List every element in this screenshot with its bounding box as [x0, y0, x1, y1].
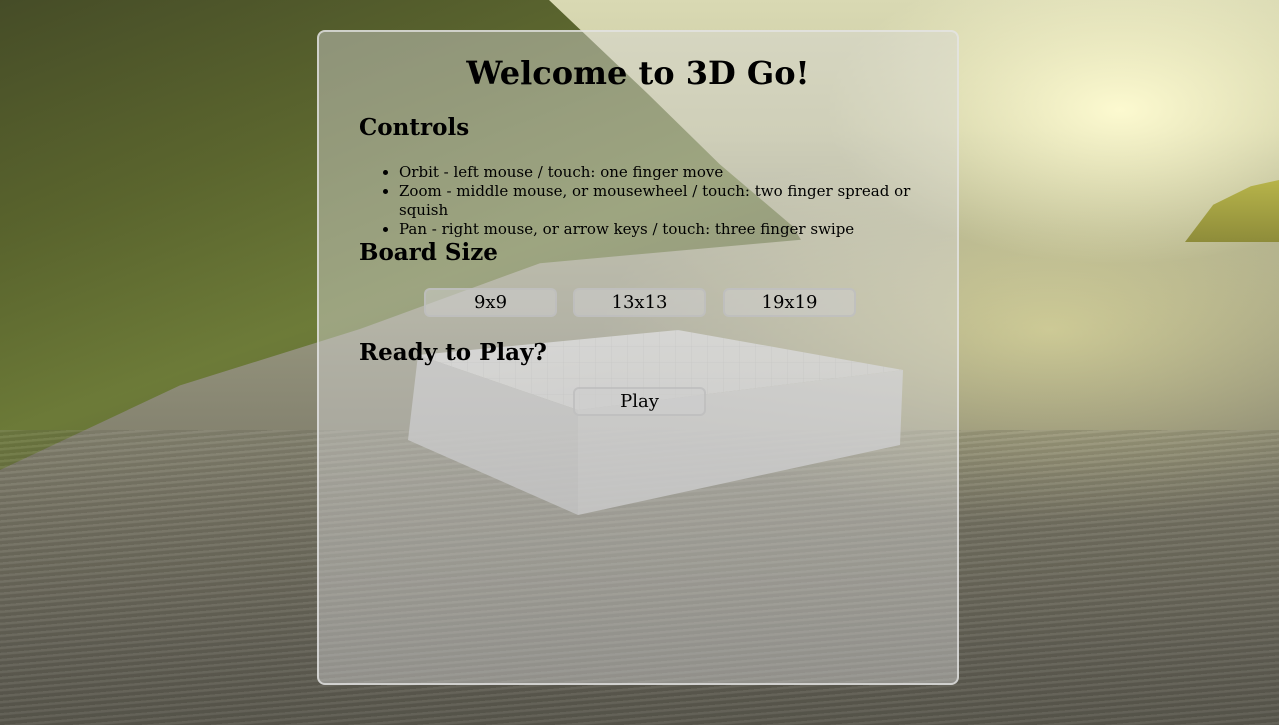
welcome-panel: Welcome to 3D Go! Controls Orbit - left …: [317, 30, 959, 685]
board-size-13x13-button[interactable]: 13x13: [573, 288, 706, 317]
play-button[interactable]: Play: [573, 387, 706, 416]
page-title: Welcome to 3D Go!: [466, 54, 810, 92]
control-item-orbit: Orbit - left mouse / touch: one finger m…: [399, 163, 957, 182]
ready-heading: Ready to Play?: [359, 339, 547, 366]
island-backdrop: [1185, 180, 1279, 242]
control-item-pan: Pan - right mouse, or arrow keys / touch…: [399, 220, 957, 239]
board-size-heading: Board Size: [359, 239, 498, 266]
controls-heading: Controls: [359, 114, 470, 141]
board-size-19x19-button[interactable]: 19x19: [723, 288, 856, 317]
controls-list: Orbit - left mouse / touch: one finger m…: [359, 163, 957, 239]
control-item-zoom: Zoom - middle mouse, or mousewheel / tou…: [399, 182, 957, 220]
board-size-9x9-button[interactable]: 9x9: [424, 288, 557, 317]
